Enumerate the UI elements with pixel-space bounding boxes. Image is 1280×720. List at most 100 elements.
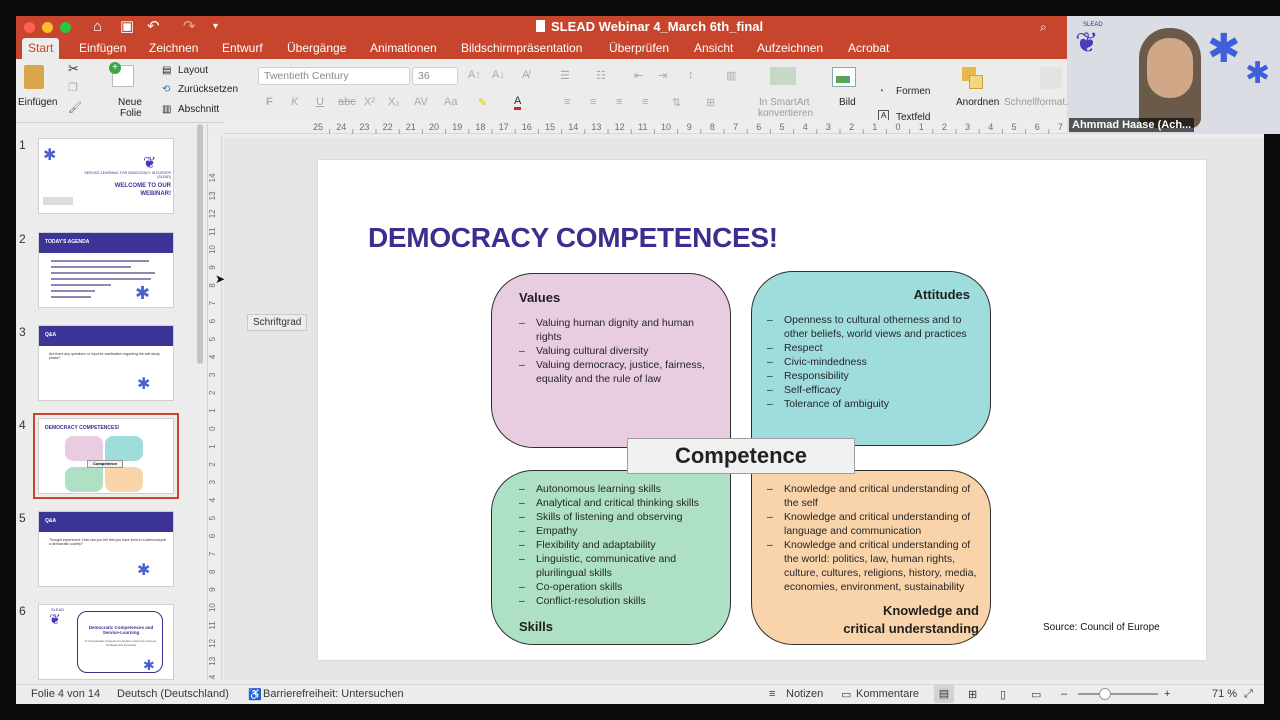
tab-design[interactable]: Entwurf <box>222 41 263 55</box>
align-center-icon[interactable]: ≡ <box>590 96 596 108</box>
slide[interactable]: DEMOCRACY COMPETENCES! Values Valuing hu… <box>318 160 1206 660</box>
smartart-label-1[interactable]: In SmartArt <box>759 97 810 108</box>
picture-button[interactable]: Bild <box>839 97 856 108</box>
font-size-field[interactable]: 36 <box>412 67 458 85</box>
skills-shape[interactable]: Autonomous learning skills Analytical an… <box>491 470 731 645</box>
values-shape[interactable]: Values Valuing human dignity and human r… <box>491 273 731 448</box>
slide-title[interactable]: DEMOCRACY COMPETENCES! <box>368 222 778 254</box>
new-slide-label-2[interactable]: Folie <box>120 108 142 119</box>
slide-thumbnail-5[interactable]: Q&A Thought experiment: How can you tell… <box>38 511 174 587</box>
notes-icon[interactable]: ≡ <box>769 688 775 700</box>
customize-toolbar-icon[interactable]: ▾ <box>213 18 218 36</box>
text-direction-icon[interactable]: ⇅ <box>672 96 681 109</box>
tab-slideshow[interactable]: Bildschirmpräsentation <box>461 41 582 55</box>
tab-draw[interactable]: Zeichnen <box>149 41 198 55</box>
section-button[interactable]: Abschnitt <box>178 104 219 115</box>
tab-animations[interactable]: Animationen <box>370 41 437 55</box>
paste-button[interactable]: Einfügen <box>18 97 57 108</box>
slideshow-icon[interactable]: ▭ <box>1031 688 1041 701</box>
underline-icon[interactable]: U <box>316 96 324 108</box>
italic-icon[interactable]: K <box>291 96 298 108</box>
decrease-indent-icon[interactable]: ⇤ <box>634 69 643 82</box>
tab-record[interactable]: Aufzeichnen <box>757 41 823 55</box>
strikethrough-icon[interactable]: abc <box>338 96 356 108</box>
home-icon[interactable]: ⌂ <box>93 18 102 36</box>
slide-thumbnail-2[interactable]: TODAY'S AGENDA ✱ <box>38 232 174 308</box>
highlight-icon[interactable]: ✎ <box>478 96 487 109</box>
slide-canvas[interactable]: DEMOCRACY COMPETENCES! Values Valuing hu… <box>224 138 1264 680</box>
competence-label[interactable]: Competence <box>627 438 855 474</box>
smartart-icon[interactable] <box>770 67 796 85</box>
superscript-icon[interactable]: X² <box>364 96 375 108</box>
subscript-icon[interactable]: X₂ <box>388 96 400 108</box>
search-icon[interactable]: ⌕ <box>1040 18 1047 36</box>
align-text-icon[interactable]: ⊞ <box>706 96 715 109</box>
columns-icon[interactable]: ▥ <box>726 69 736 82</box>
tab-view[interactable]: Ansicht <box>694 41 733 55</box>
reading-view-icon[interactable]: ▯ <box>1000 688 1006 701</box>
font-color-icon[interactable]: A <box>514 95 522 110</box>
align-left-icon[interactable]: ≡ <box>564 96 570 108</box>
attitudes-shape[interactable]: Attitudes Openness to cultural otherness… <box>751 271 991 446</box>
close-window-button[interactable] <box>24 22 35 33</box>
numbering-icon[interactable]: ☷ <box>596 69 606 82</box>
zoom-in-icon[interactable]: + <box>1164 688 1170 700</box>
cut-icon[interactable]: ✂ <box>68 61 79 77</box>
new-slide-icon[interactable]: + <box>109 62 134 87</box>
clear-format-icon[interactable]: A̸ <box>522 69 529 81</box>
thumbnail-scrollbar[interactable] <box>197 124 203 364</box>
redo-icon[interactable]: ↷ <box>183 18 196 36</box>
quick-styles-icon[interactable] <box>1040 67 1062 89</box>
vertical-ruler[interactable]: 14 13 12 11 10 9 8 7 6 5 4 3 2 1 0 1 2 3 4 5 6 7 8 9 10 11 12 13 14 <box>208 134 222 684</box>
align-right-icon[interactable]: ≡ <box>616 96 622 108</box>
increase-indent-icon[interactable]: ⇥ <box>658 69 667 82</box>
minimize-window-button[interactable] <box>42 22 53 33</box>
bold-icon[interactable]: F <box>266 96 273 108</box>
tab-acrobat[interactable]: Acrobat <box>848 41 889 55</box>
normal-view-icon[interactable]: ▤ <box>934 685 954 703</box>
slide-thumbnail-4[interactable]: DEMOCRACY COMPETENCES! Competence <box>33 413 179 499</box>
fit-to-window-icon[interactable]: ⤢ <box>1244 688 1253 701</box>
paste-icon[interactable] <box>24 65 44 89</box>
tab-transitions[interactable]: Übergänge <box>287 41 346 55</box>
undo-icon[interactable]: ↶ <box>147 18 160 36</box>
shrink-font-icon[interactable]: A↓ <box>492 69 505 81</box>
new-slide-label-1[interactable]: Neue <box>118 97 142 108</box>
layout-button[interactable]: Layout <box>178 65 208 76</box>
zoom-slider-track[interactable] <box>1078 693 1158 695</box>
reset-button[interactable]: Zurücksetzen <box>178 84 238 95</box>
knowledge-shape[interactable]: Knowledge and critical understanding of … <box>751 470 991 645</box>
arrange-button[interactable]: Anordnen <box>956 97 999 108</box>
slide-thumbnail-1[interactable]: ✱ ❦ SERVICE-LEARNING FOR DEMOCRACY IN EU… <box>38 138 174 214</box>
tab-review[interactable]: Überprüfen <box>609 41 669 55</box>
zoom-out-icon[interactable]: – <box>1061 688 1067 700</box>
save-icon[interactable]: ▣ <box>120 18 134 36</box>
slide-thumbnail-6[interactable]: ❦ SLEAD Democratic Competences and Servi… <box>38 604 174 680</box>
slide-sorter-icon[interactable]: ⊞ <box>968 688 977 701</box>
source-text[interactable]: Source: Council of Europe <box>1043 622 1160 633</box>
copy-icon[interactable]: ❐ <box>68 81 78 94</box>
tab-start[interactable]: Start <box>22 38 60 59</box>
picture-icon[interactable] <box>832 67 856 87</box>
quick-styles-button[interactable]: Schnellformat... <box>1004 97 1073 108</box>
shapes-icon[interactable]: ◔ <box>878 86 884 97</box>
font-name-field[interactable]: Twentieth Century <box>258 67 410 85</box>
accessibility-check[interactable]: Barrierefreiheit: Untersuchen <box>263 688 404 700</box>
grow-font-icon[interactable]: A↑ <box>468 69 481 81</box>
accessibility-icon[interactable]: ♿ <box>248 688 262 701</box>
language-indicator[interactable]: Deutsch (Deutschland) <box>117 688 229 700</box>
arrange-icon[interactable] <box>962 67 984 89</box>
tab-insert[interactable]: Einfügen <box>79 41 126 55</box>
zoom-level[interactable]: 71 % <box>1212 688 1237 700</box>
smartart-label-2[interactable]: konvertieren <box>758 108 813 119</box>
character-spacing-icon[interactable]: AV <box>414 96 428 108</box>
justify-icon[interactable]: ≡ <box>642 96 648 108</box>
zoom-slider-thumb[interactable] <box>1099 688 1112 700</box>
bullets-icon[interactable]: ☰ <box>560 69 570 82</box>
slide-thumbnail-3[interactable]: Q&A Are there any questions or input for… <box>38 325 174 401</box>
comments-icon[interactable]: ▭ <box>841 688 851 701</box>
zoom-window-button[interactable] <box>60 22 71 33</box>
shapes-button[interactable]: Formen <box>896 86 930 97</box>
line-spacing-icon[interactable]: ↕ <box>688 69 694 81</box>
format-painter-icon[interactable]: 🖌 <box>68 101 82 114</box>
